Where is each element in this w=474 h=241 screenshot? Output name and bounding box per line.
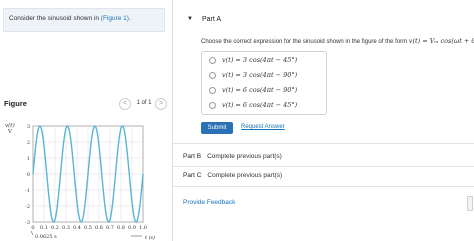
x-tick-label: 0.3 bbox=[62, 225, 70, 231]
part-c-row[interactable]: Part C Complete previous part(s) bbox=[183, 172, 282, 179]
option-2[interactable]: v(t) = 3 cos(4πt − 90°) bbox=[202, 69, 328, 83]
provide-feedback-link[interactable]: Provide Feedback bbox=[183, 199, 235, 206]
radio-button[interactable] bbox=[209, 102, 216, 109]
request-answer-link[interactable]: Request Answer bbox=[241, 124, 285, 130]
y-tick-label: 2 bbox=[27, 140, 30, 146]
x-axis-label: t (s) bbox=[145, 234, 155, 241]
x-tick-label: 0.8 bbox=[117, 225, 125, 231]
radio-button[interactable] bbox=[209, 72, 216, 79]
part-b-row[interactable]: Part B Complete previous part(s) bbox=[183, 153, 282, 160]
x-tick-label: 0.5 bbox=[84, 225, 92, 231]
divider bbox=[173, 186, 474, 187]
collapse-caret-icon[interactable]: ▼ bbox=[187, 16, 193, 22]
radio-button[interactable] bbox=[209, 57, 216, 64]
y-tick-label: 3 bbox=[27, 124, 30, 130]
scrollbar-thumb[interactable] bbox=[467, 196, 473, 211]
part-c-status: Complete previous part(s) bbox=[207, 172, 283, 179]
figure-title: Figure bbox=[4, 99, 27, 108]
intro-period: . bbox=[128, 15, 131, 22]
x-tick-labels: 0 0.1 0.2 0.3 0.4 0.5 0.6 0.7 0.8 0.9 1.0 bbox=[31, 225, 147, 231]
radio-button[interactable] bbox=[209, 87, 216, 94]
y-tick-label: 0 bbox=[27, 172, 30, 178]
pager-label: 1 of 1 bbox=[136, 100, 152, 106]
option-3[interactable]: v(t) = 6 cos(4πt − 90°) bbox=[202, 84, 328, 98]
x-tick-label: 0.9 bbox=[128, 225, 136, 231]
x-tick-label: 1.0 bbox=[139, 225, 147, 231]
answer-options: v(t) = 3 cos(4πt − 45°) v(t) = 3 cos(4πt… bbox=[201, 51, 327, 115]
pager-next-button[interactable]: > bbox=[155, 98, 167, 110]
figure-header: Figure < 1 of 1 > bbox=[4, 98, 169, 112]
question-text: Choose the correct expression for the si… bbox=[201, 37, 474, 45]
divider bbox=[173, 143, 474, 144]
right-panel: ▼ Part A Choose the correct expression f… bbox=[172, 0, 474, 241]
intro-text: Consider the sinusoid shown in bbox=[9, 15, 101, 22]
x-tick-label: 0.4 bbox=[73, 225, 81, 231]
phase-annotation: 0.0625 s bbox=[35, 234, 57, 240]
option-1[interactable]: v(t) = 3 cos(4πt − 45°) bbox=[202, 54, 328, 68]
part-a-title: Part A bbox=[202, 16, 222, 23]
y-tick-label: -3 bbox=[25, 220, 30, 226]
option-label: v(t) = 3 cos(4πt − 45°) bbox=[222, 56, 298, 64]
part-c-name: Part C bbox=[183, 172, 202, 179]
pager-prev-button[interactable]: < bbox=[119, 98, 131, 110]
left-panel: Consider the sinusoid shown in (Figure 1… bbox=[0, 0, 172, 241]
figure-link[interactable]: (Figure 1) bbox=[101, 15, 129, 22]
x-tick-label: 0.2 bbox=[51, 225, 59, 231]
part-b-name: Part B bbox=[183, 153, 202, 160]
y-axis-unit: V bbox=[7, 129, 13, 135]
option-4[interactable]: v(t) = 6 cos(4πt − 45°) bbox=[202, 99, 328, 113]
phase-arrow bbox=[30, 230, 34, 236]
submit-button[interactable]: Submit bbox=[201, 122, 233, 134]
figure-pager: < 1 of 1 > bbox=[119, 98, 167, 110]
question-prefix: Choose the correct expression for the si… bbox=[201, 39, 408, 45]
sinusoid-plot: v(t) V 3 2 1 0 -1 -2 -3 0 0.1 0.2 0.3 0.4 0.5 0.6 0.7… bbox=[5, 122, 155, 241]
divider bbox=[173, 166, 474, 167]
intro-box: Consider the sinusoid shown in (Figure 1… bbox=[3, 8, 165, 32]
x-tick-label: 0.6 bbox=[95, 225, 103, 231]
option-label: v(t) = 6 cos(4πt − 90°) bbox=[222, 86, 298, 94]
y-tick-labels: 3 2 1 0 -1 -2 -3 bbox=[25, 124, 30, 226]
question-equation: v(t) = Vₘ cos(ωt + θ) bbox=[408, 37, 474, 45]
y-tick-label: -2 bbox=[25, 204, 30, 210]
y-tick-label: -1 bbox=[25, 188, 30, 194]
x-tick-label: 0.1 bbox=[40, 225, 48, 231]
x-tick-label: 0.7 bbox=[106, 225, 114, 231]
y-tick-label: 1 bbox=[27, 156, 30, 162]
option-label: v(t) = 3 cos(4πt − 90°) bbox=[222, 71, 298, 79]
y-axis-label: v(t) bbox=[5, 122, 15, 129]
part-b-status: Complete previous part(s) bbox=[207, 153, 282, 160]
option-label: v(t) = 6 cos(4πt − 45°) bbox=[222, 101, 298, 109]
part-a-header[interactable]: ▼ Part A bbox=[173, 12, 474, 28]
x-tick-label: 0 bbox=[31, 225, 34, 231]
